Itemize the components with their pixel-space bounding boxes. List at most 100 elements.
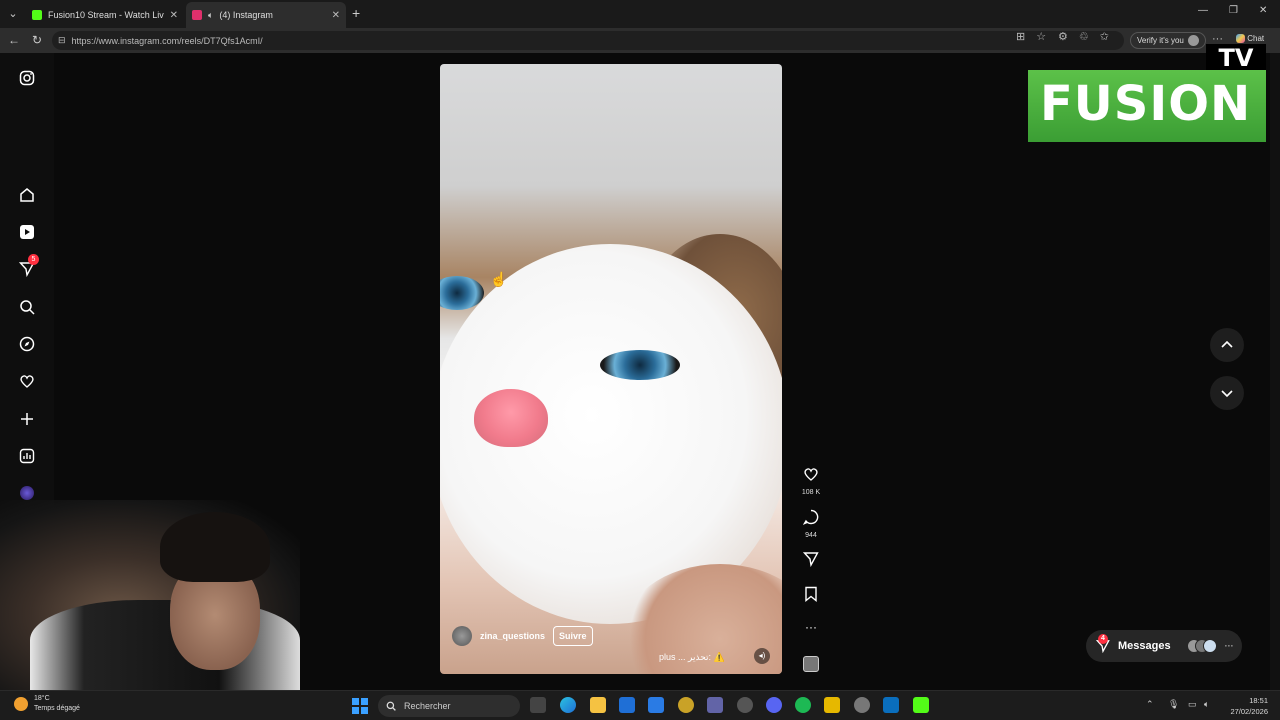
- refresh-icon[interactable]: ↻: [32, 33, 42, 47]
- share-button[interactable]: [796, 551, 826, 572]
- messages-badge: 4: [1098, 634, 1108, 644]
- favorite-star-icon[interactable]: ☆: [1036, 30, 1046, 43]
- system-clock[interactable]: 18:51 27/02/2026: [1230, 695, 1268, 717]
- chat-label: Chat: [1247, 34, 1265, 43]
- follow-button[interactable]: Suivre: [553, 626, 593, 646]
- app-icon[interactable]: [883, 697, 899, 713]
- outlook-icon[interactable]: [619, 697, 635, 713]
- display-icon[interactable]: ▭: [1188, 699, 1197, 710]
- kick-icon[interactable]: [913, 697, 929, 713]
- comment-count: 944: [805, 532, 817, 539]
- microphone-icon[interactable]: 🎙︎: [1168, 699, 1179, 710]
- audio-thumbnail[interactable]: [803, 656, 819, 672]
- file-explorer-icon[interactable]: [590, 697, 606, 713]
- create-plus-icon[interactable]: [18, 410, 36, 428]
- verify-label: Verify it's you: [1137, 36, 1184, 45]
- avatar: [1202, 639, 1217, 653]
- more-options-button[interactable]: ···: [796, 620, 826, 634]
- discord-icon[interactable]: [766, 697, 782, 713]
- copilot-icon: [1236, 34, 1245, 44]
- close-window-icon[interactable]: ✕: [1259, 5, 1267, 16]
- notifications-badge: 5: [28, 254, 39, 265]
- address-bar[interactable]: ⊟ https://www.instagram.com/reels/DT7Qfs…: [52, 31, 1124, 50]
- author-username[interactable]: zina_questions: [480, 631, 545, 641]
- site-info-icon[interactable]: ⊟: [58, 35, 66, 46]
- close-tab-icon[interactable]: ✕: [170, 10, 178, 21]
- comment-button[interactable]: 944: [796, 509, 826, 539]
- browser-essentials-icon[interactable]: ♲: [1079, 30, 1089, 43]
- teams-icon[interactable]: [707, 697, 723, 713]
- clock-date: 27/02/2026: [1230, 707, 1268, 716]
- windows-taskbar: 18°C Temps dégagé Rechercher ⌃ 🎙︎ ▭ 🔈︎ 1…: [0, 690, 1280, 720]
- start-icon[interactable]: [352, 698, 368, 714]
- reel-author: zina_questions Suivre: [452, 626, 593, 646]
- new-tab-icon[interactable]: +: [352, 5, 360, 21]
- save-button[interactable]: [796, 586, 826, 607]
- extension-icons: ⚙ ♲ ✩: [1058, 30, 1109, 43]
- tab-strip: ⌄ Fusion10 Stream - Watch Live on K ✕ 🔈︎…: [0, 0, 1280, 28]
- edge-browser-icon[interactable]: [560, 697, 576, 713]
- fusion-logo: FUSION: [1028, 70, 1266, 142]
- speaker-icon[interactable]: 🔈︎: [208, 10, 213, 21]
- copilot-chat-button[interactable]: Chat: [1236, 34, 1265, 44]
- extensions-icon[interactable]: ⚙: [1058, 30, 1068, 43]
- favorites-icon[interactable]: ✩: [1100, 30, 1109, 43]
- reel-caption[interactable]: plus ... تحذير: ⚠️: [659, 652, 725, 663]
- url-text: https://www.instagram.com/reels/DT7Qfs1A…: [71, 35, 263, 46]
- dashboard-chart-icon[interactable]: [18, 447, 36, 465]
- weather-icon[interactable]: [14, 697, 28, 711]
- previous-reel-button[interactable]: [1210, 328, 1244, 362]
- tab-instagram[interactable]: 🔈︎ (4) Instagram ✕: [186, 2, 346, 28]
- tab-title: (4) Instagram: [219, 10, 273, 20]
- streamer-hair: [160, 512, 270, 582]
- direct-messages-icon[interactable]: 5: [18, 254, 39, 278]
- volume-icon[interactable]: ◂): [754, 648, 770, 664]
- tab-title: Fusion10 Stream - Watch Live on K: [48, 10, 164, 20]
- message-avatars: [1186, 639, 1217, 653]
- restore-icon[interactable]: ❐: [1229, 5, 1238, 16]
- fusion-logo-text: FUSION: [1040, 76, 1252, 132]
- search-icon[interactable]: [18, 298, 36, 316]
- back-icon[interactable]: ←: [8, 33, 20, 47]
- page-scrollbar[interactable]: [1270, 53, 1280, 690]
- more-avatars-icon: ···: [1224, 641, 1234, 651]
- author-avatar[interactable]: [452, 626, 472, 646]
- verify-profile-button[interactable]: Verify it's you: [1130, 32, 1206, 49]
- app-icon[interactable]: [737, 697, 753, 713]
- app-icon[interactable]: [678, 697, 694, 713]
- app-icon[interactable]: [824, 697, 840, 713]
- tab-fusion10[interactable]: Fusion10 Stream - Watch Live on K ✕: [26, 2, 184, 28]
- show-hidden-icons-icon[interactable]: ⌃: [1146, 699, 1154, 710]
- messages-label: Messages: [1118, 640, 1171, 652]
- settings-icon[interactable]: [854, 697, 870, 713]
- instagram-logo-icon[interactable]: [18, 69, 36, 87]
- heart-notifications-icon[interactable]: [18, 372, 36, 390]
- reel-video[interactable]: zina_questions Suivre plus ... تحذير: ⚠️…: [440, 64, 782, 674]
- spotify-icon[interactable]: [795, 697, 811, 713]
- taskbar-search[interactable]: Rechercher: [378, 695, 520, 717]
- explore-compass-icon[interactable]: [18, 335, 36, 353]
- messages-button[interactable]: 4 Messages ···: [1086, 630, 1242, 662]
- browser-chrome: ⌄ Fusion10 Stream - Watch Live on K ✕ 🔈︎…: [0, 0, 1280, 53]
- cat-nose: [474, 389, 548, 447]
- close-tab-icon[interactable]: ✕: [332, 10, 340, 21]
- search-icon: [386, 701, 396, 711]
- weather-widget[interactable]: 18°C Temps dégagé: [34, 694, 80, 714]
- task-view-icon[interactable]: [530, 697, 546, 713]
- app-available-icon[interactable]: ⊞: [1016, 30, 1025, 43]
- like-button[interactable]: 108 K: [796, 466, 826, 496]
- mouse-cursor-icon: ☝: [490, 271, 508, 287]
- minimize-icon[interactable]: —: [1198, 5, 1208, 16]
- fusion-tv-label: TV: [1206, 44, 1266, 72]
- reels-icon[interactable]: [18, 223, 36, 241]
- home-icon[interactable]: [18, 186, 36, 204]
- bookmark-icon: [805, 586, 817, 602]
- tab-actions-menu-icon[interactable]: ⌄: [4, 5, 22, 23]
- volume-tray-icon[interactable]: 🔈︎: [1204, 699, 1209, 710]
- next-reel-button[interactable]: [1210, 376, 1244, 410]
- browser-toolbar: ← ↻ ⊟ https://www.instagram.com/reels/DT…: [0, 28, 1280, 53]
- chevron-down-icon: [1221, 390, 1233, 398]
- chevron-up-icon: [1221, 340, 1233, 348]
- store-icon[interactable]: [648, 697, 664, 713]
- instagram-favicon-icon: [192, 10, 202, 20]
